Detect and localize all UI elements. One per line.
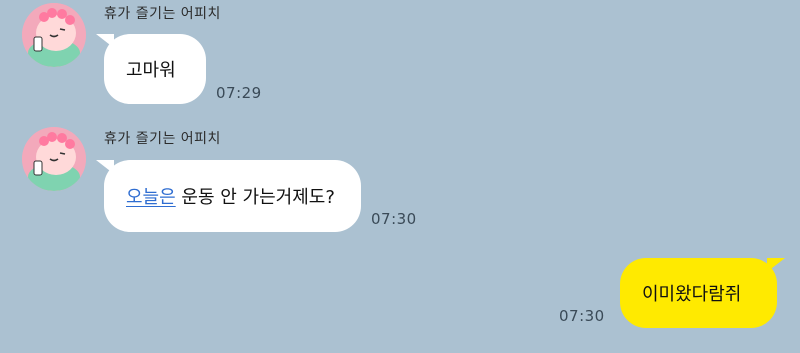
bubble-tail	[767, 258, 785, 272]
bubble-tail	[96, 160, 114, 174]
message-time: 07:30	[371, 210, 417, 228]
sender-name: 휴가 즐기는 어피치	[104, 131, 221, 147]
message-text: 고마워	[126, 60, 176, 81]
message-text: 이미왔다람쥐	[642, 284, 742, 305]
message-text: 운동 안 가는거제도?	[175, 187, 335, 208]
avatar-icon[interactable]	[22, 3, 86, 67]
sender-name: 휴가 즐기는 어피치	[104, 6, 221, 22]
message-bubble[interactable]: 고마워	[96, 34, 206, 104]
bubble-tail	[96, 34, 114, 48]
message-bubble-outgoing[interactable]: 이미왔다람쥐	[620, 258, 785, 328]
message-time: 07:30	[559, 307, 605, 325]
message-time: 07:29	[216, 84, 262, 102]
message-bubble[interactable]: 오늘은 운동 안 가는거제도?	[96, 160, 361, 232]
message-link[interactable]: 오늘은	[126, 183, 176, 209]
avatar-icon[interactable]	[22, 127, 86, 191]
